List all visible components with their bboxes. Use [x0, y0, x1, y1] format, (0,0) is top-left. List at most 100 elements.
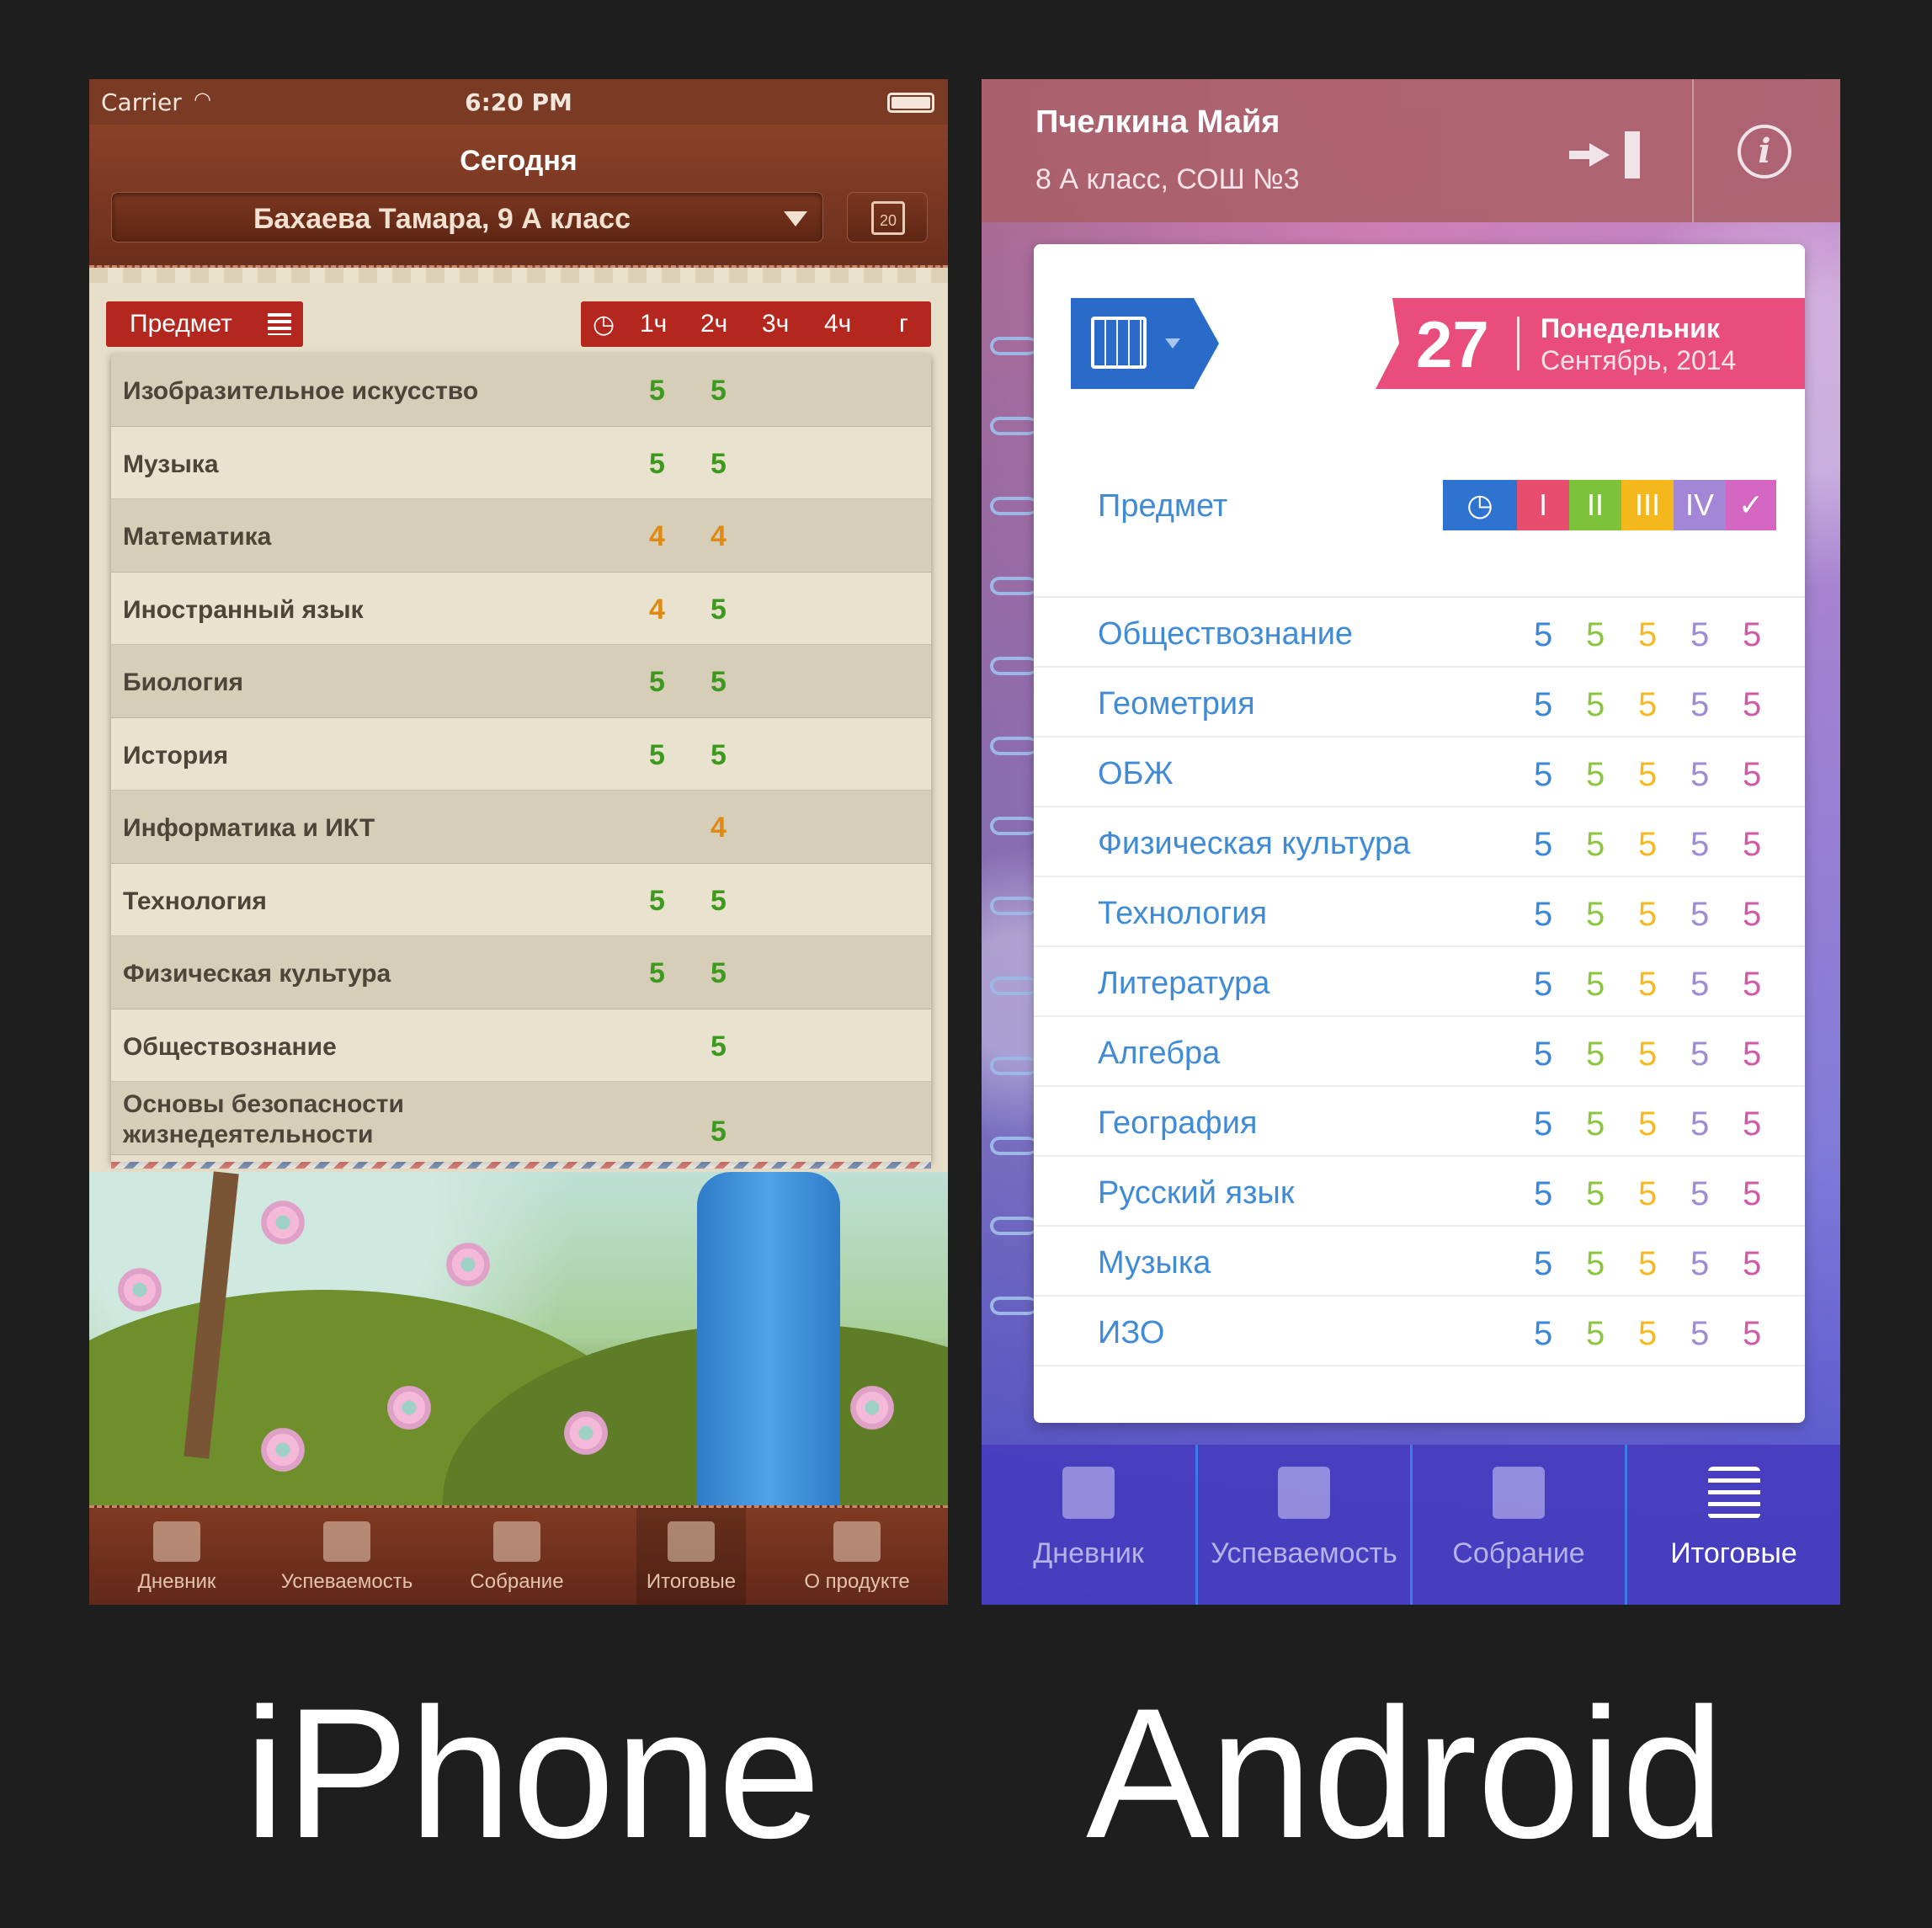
- tab-final[interactable]: Итоговые: [636, 1508, 746, 1605]
- grade-value: 5: [1690, 896, 1710, 933]
- list-item[interactable]: ОБЖ 5 5 5 5 5: [1034, 738, 1805, 807]
- grade-value: 5: [1586, 1245, 1605, 1282]
- table-row[interactable]: История 5 5: [111, 717, 931, 791]
- grade-value: 5: [649, 957, 665, 989]
- subject-name: Изобразительное искусство: [123, 377, 479, 405]
- term-label: IV: [1674, 480, 1726, 530]
- subject-name: Музыка: [123, 450, 219, 478]
- grade-value: 5: [1690, 1105, 1710, 1142]
- android-screen: Пчелкина Майя 8 А класс, СОШ №3 i 27 Пон…: [982, 79, 1840, 1605]
- people-icon: [493, 1521, 540, 1562]
- table-row[interactable]: Биология 5 5: [111, 645, 931, 718]
- flower-icon: [847, 1382, 897, 1433]
- grade-value: 5: [1586, 1175, 1605, 1212]
- ring-binder: [990, 337, 1037, 355]
- grade-value: 5: [1743, 686, 1762, 723]
- student-selector[interactable]: Бахаева Тамара, 9 А класс: [111, 192, 823, 242]
- grades-list: Обществознание 5 5 5 5 5 Геометрия 5 5 5 5 5 ОБЖ 5 5 5 5…: [1034, 596, 1805, 1366]
- ring-binder: [990, 657, 1037, 675]
- tab-about[interactable]: О продукте: [773, 1508, 941, 1605]
- grade-value: 5: [1690, 826, 1710, 863]
- grade-value: 5: [711, 1030, 726, 1063]
- subject-name: Биология: [123, 668, 244, 696]
- grade-value: 4: [711, 520, 726, 552]
- tab-progress[interactable]: Успеваемость: [263, 1508, 431, 1605]
- grade-value: 5: [649, 884, 665, 917]
- table-row[interactable]: Музыка 5 5: [111, 426, 931, 499]
- grade-value: 5: [1690, 756, 1710, 793]
- list-item[interactable]: Литература 5 5 5 5 5: [1034, 947, 1805, 1017]
- table-row[interactable]: Изобразительное искусство 5 5: [111, 354, 931, 427]
- list-item[interactable]: ИЗО 5 5 5 5 5: [1034, 1297, 1805, 1366]
- tab-diary[interactable]: Дневник: [93, 1508, 261, 1605]
- grade-value: 5: [1586, 756, 1605, 793]
- list-item[interactable]: Музыка 5 5 5 5 5: [1034, 1227, 1805, 1297]
- table-row[interactable]: Математика 4 4: [111, 499, 931, 573]
- grade-value: 5: [1534, 1036, 1553, 1073]
- list-item[interactable]: Технология 5 5 5 5 5: [1034, 877, 1805, 947]
- table-row[interactable]: Технология 5 5: [111, 863, 931, 936]
- grade-value: 5: [711, 666, 726, 698]
- table-row[interactable]: Основы безопасности жизнедеятельности 5: [111, 1082, 931, 1155]
- tab-label: Собрание: [470, 1570, 564, 1593]
- subject-name: Физическая культура: [1098, 826, 1411, 861]
- grade-value: 5: [1638, 966, 1658, 1003]
- subject-name: Информатика и ИКТ: [123, 814, 375, 842]
- list-item[interactable]: Алгебра 5 5 5 5 5: [1034, 1017, 1805, 1087]
- grade-value: 5: [1638, 896, 1658, 933]
- date-weekday: Понедельник: [1541, 313, 1720, 344]
- list-item[interactable]: Обществознание 5 5 5 5 5: [1034, 598, 1805, 668]
- tab-final[interactable]: Итоговые: [1627, 1445, 1840, 1605]
- list-item[interactable]: География 5 5 5 5 5: [1034, 1087, 1805, 1157]
- tab-meeting[interactable]: Собрание: [433, 1508, 601, 1605]
- tab-label: Дневник: [137, 1570, 216, 1593]
- table-row[interactable]: Информатика и ИКТ 4: [111, 791, 931, 864]
- grade-value: 5: [711, 738, 726, 771]
- grade-value: 5: [1586, 1036, 1605, 1073]
- grade-value: 5: [1586, 896, 1605, 933]
- tab-label: Дневник: [1033, 1537, 1144, 1569]
- list-icon: [668, 1521, 715, 1562]
- subject-sort-button[interactable]: Предмет: [106, 301, 303, 347]
- ios-tab-bar: Дневник Успеваемость Собрание Итоговые О…: [89, 1505, 948, 1605]
- current-date-banner: 27 Понедельник Сентябрь, 2014: [1376, 298, 1805, 389]
- ring-binder: [990, 817, 1037, 835]
- table-row[interactable]: Обществознание 5: [111, 1009, 931, 1082]
- ring-binder: [990, 417, 1037, 435]
- grade-value: 5: [649, 738, 665, 771]
- grade-value: 5: [1586, 966, 1605, 1003]
- column-header: Предмет ◷ 1ч 2ч 3ч 4ч г: [106, 301, 931, 349]
- list-item[interactable]: Геометрия 5 5 5 5 5: [1034, 668, 1805, 738]
- grade-value: 5: [1743, 966, 1762, 1003]
- clock-icon: ◷: [1443, 480, 1517, 530]
- student-class: 8 А класс, СОШ №3: [1035, 163, 1300, 195]
- table-row[interactable]: Иностранный язык 4 5: [111, 572, 931, 645]
- grade-value: 5: [711, 593, 726, 626]
- tab-progress[interactable]: Успеваемость: [1198, 1445, 1410, 1605]
- date-day: 27: [1416, 307, 1489, 381]
- grade-value: 5: [1534, 896, 1553, 933]
- ring-binder: [990, 897, 1037, 915]
- grades-card: 27 Понедельник Сентябрь, 2014 Предмет ◷ I…: [1034, 244, 1805, 1423]
- tab-diary[interactable]: Дневник: [982, 1445, 1195, 1605]
- grade-value: 5: [1534, 686, 1553, 723]
- calendar-button[interactable]: 20: [847, 192, 928, 242]
- grade-value: 5: [1638, 1036, 1658, 1073]
- subject-name: Технология: [1098, 896, 1268, 931]
- table-row[interactable]: Физическая культура 5 5: [111, 936, 931, 1009]
- logout-icon[interactable]: [1569, 131, 1640, 178]
- grade-value: 5: [711, 447, 726, 480]
- tab-meeting[interactable]: Собрание: [1413, 1445, 1625, 1605]
- student-name: Пчелкина Майя: [1035, 104, 1280, 140]
- grade-value: 5: [711, 375, 726, 407]
- tab-label: Успеваемость: [280, 1570, 413, 1593]
- info-icon[interactable]: i: [1738, 125, 1791, 178]
- list-item[interactable]: Физическая культура 5 5 5 5 5: [1034, 807, 1805, 877]
- list-item[interactable]: Русский язык 5 5 5 5 5: [1034, 1157, 1805, 1227]
- caption-iphone: iPhone: [244, 1670, 822, 1877]
- progress-icon: [323, 1521, 370, 1562]
- door-icon: [1625, 131, 1640, 178]
- date-picker-button[interactable]: [1071, 298, 1219, 389]
- ring-binder: [990, 497, 1037, 515]
- subject-name: История: [123, 741, 229, 770]
